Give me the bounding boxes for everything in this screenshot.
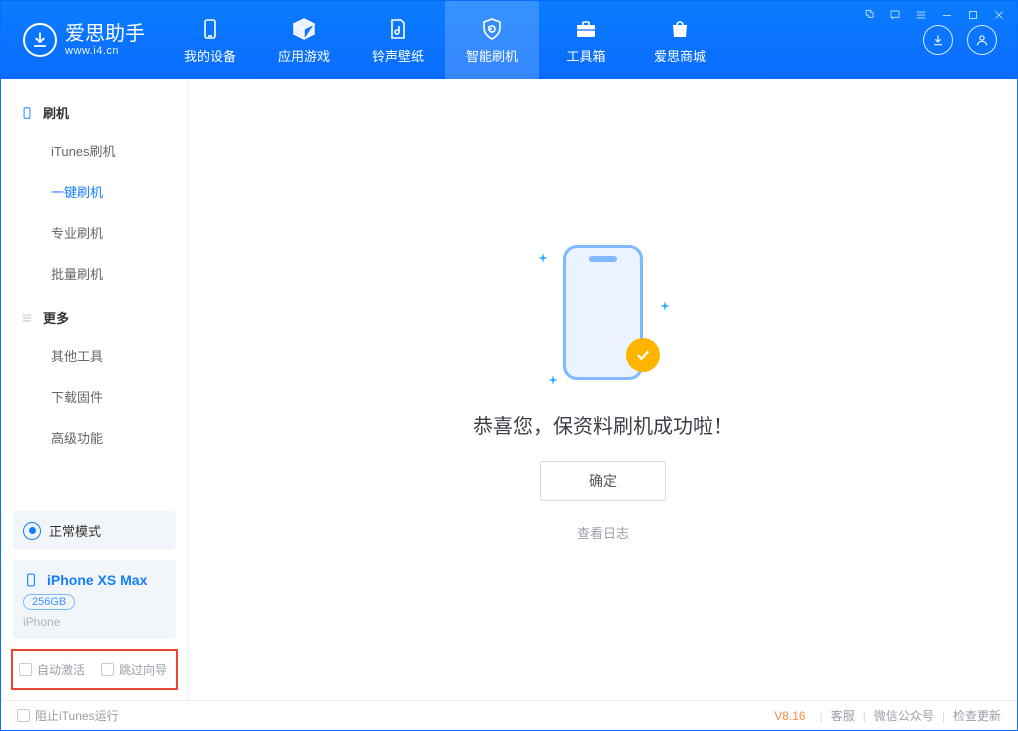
tab-label: 铃声壁纸 (372, 46, 424, 65)
checkbox-icon (19, 663, 32, 676)
close-icon[interactable] (991, 7, 1007, 23)
device-mode: 正常模式 (49, 521, 101, 540)
header: 爱思助手 www.i4.cn 我的设备 应用游戏 铃声壁纸 智能刷机 (1, 1, 1017, 79)
checkbox-label: 自动激活 (37, 661, 85, 678)
sidebar-item-other-tools[interactable]: 其他工具 (1, 335, 188, 376)
device-capacity: 256GB (23, 594, 75, 610)
list-icon (19, 310, 35, 326)
sidebar-item-download-firmware[interactable]: 下载固件 (1, 376, 188, 417)
sparkle-icon (538, 250, 548, 260)
app-window: 爱思助手 www.i4.cn 我的设备 应用游戏 铃声壁纸 智能刷机 (0, 0, 1018, 731)
phone-icon (23, 572, 39, 588)
sidebar-item-advanced[interactable]: 高级功能 (1, 417, 188, 458)
checkbox-skip-guide[interactable]: 跳过向导 (101, 661, 167, 678)
success-message: 恭喜您，保资料刷机成功啦！ (473, 410, 733, 439)
tab-label: 应用游戏 (278, 46, 330, 65)
feedback-icon[interactable] (887, 7, 903, 23)
theme-icon[interactable] (861, 7, 877, 23)
support-link[interactable]: 客服 (831, 707, 855, 724)
mode-icon (23, 522, 41, 540)
sidebar-item-pro-flash[interactable]: 专业刷机 (1, 212, 188, 253)
group-label: 刷机 (43, 103, 69, 122)
sidebar-item-itunes-flash[interactable]: iTunes刷机 (1, 130, 188, 171)
account-button[interactable] (967, 25, 997, 55)
device-panel: 正常模式 iPhone XS Max 256GB iPhone (13, 511, 176, 639)
check-update-link[interactable]: 检查更新 (953, 707, 1001, 724)
main-tabs: 我的设备 应用游戏 铃声壁纸 智能刷机 工具箱 爱思商城 (163, 1, 727, 79)
sidebar-group-more: 更多 (1, 294, 188, 335)
device-icon (197, 16, 223, 42)
tab-ringtones-wallpapers[interactable]: 铃声壁纸 (351, 1, 445, 79)
window-controls (861, 7, 1007, 23)
briefcase-icon (573, 16, 599, 42)
tab-smart-flash[interactable]: 智能刷机 (445, 1, 539, 79)
music-file-icon (385, 16, 411, 42)
checkbox-label: 跳过向导 (119, 661, 167, 678)
tab-label: 智能刷机 (466, 46, 518, 65)
bag-icon (667, 16, 693, 42)
tab-label: 工具箱 (566, 46, 605, 65)
sidebar-item-oneclick-flash[interactable]: 一键刷机 (1, 171, 188, 212)
device-card[interactable]: iPhone XS Max 256GB iPhone (13, 560, 176, 639)
ok-button[interactable]: 确定 (540, 461, 666, 501)
app-url: www.i4.cn (65, 45, 145, 57)
maximize-icon[interactable] (965, 7, 981, 23)
device-type: iPhone (23, 615, 166, 629)
check-badge-icon (626, 338, 660, 372)
phone-icon (19, 105, 35, 121)
group-label: 更多 (43, 308, 69, 327)
body: 刷机 iTunes刷机 一键刷机 专业刷机 批量刷机 更多 其他工具 下载固件 … (1, 79, 1017, 700)
checkbox-icon (101, 663, 114, 676)
tab-label: 我的设备 (184, 46, 236, 65)
tab-my-device[interactable]: 我的设备 (163, 1, 257, 79)
minimize-icon[interactable] (939, 7, 955, 23)
tab-label: 爱思商城 (654, 46, 706, 65)
checkbox-icon (17, 709, 30, 722)
device-mode-card[interactable]: 正常模式 (13, 511, 176, 550)
success-illustration (538, 238, 668, 388)
footer: 阻止iTunes运行 V8.16 | 客服 | 微信公众号 | 检查更新 (1, 700, 1017, 730)
shield-sync-icon (479, 16, 505, 42)
checkbox-label: 阻止iTunes运行 (35, 707, 119, 724)
download-button[interactable] (923, 25, 953, 55)
options-highlight: 自动激活 跳过向导 (11, 649, 178, 690)
logo: 爱思助手 www.i4.cn (1, 1, 163, 79)
cube-icon (291, 16, 317, 42)
sparkle-icon (548, 372, 558, 382)
device-name: iPhone XS Max (47, 572, 147, 588)
checkbox-block-itunes[interactable]: 阻止iTunes运行 (17, 707, 119, 724)
version-label: V8.16 (774, 709, 805, 723)
view-log-link[interactable]: 查看日志 (577, 523, 629, 542)
logo-icon (23, 23, 57, 57)
checkbox-auto-activate[interactable]: 自动激活 (19, 661, 85, 678)
app-name: 爱思助手 (65, 23, 145, 45)
wechat-link[interactable]: 微信公众号 (874, 707, 934, 724)
sidebar-item-batch-flash[interactable]: 批量刷机 (1, 253, 188, 294)
footer-links: | 客服 | 微信公众号 | 检查更新 (820, 707, 1001, 724)
menu-icon[interactable] (913, 7, 929, 23)
main-content: 恭喜您，保资料刷机成功啦！ 确定 查看日志 (189, 79, 1017, 700)
tab-store[interactable]: 爱思商城 (633, 1, 727, 79)
sidebar: 刷机 iTunes刷机 一键刷机 专业刷机 批量刷机 更多 其他工具 下载固件 … (1, 79, 189, 700)
sparkle-icon (660, 298, 670, 308)
sidebar-group-flash: 刷机 (1, 89, 188, 130)
tab-apps-games[interactable]: 应用游戏 (257, 1, 351, 79)
tab-toolbox[interactable]: 工具箱 (539, 1, 633, 79)
